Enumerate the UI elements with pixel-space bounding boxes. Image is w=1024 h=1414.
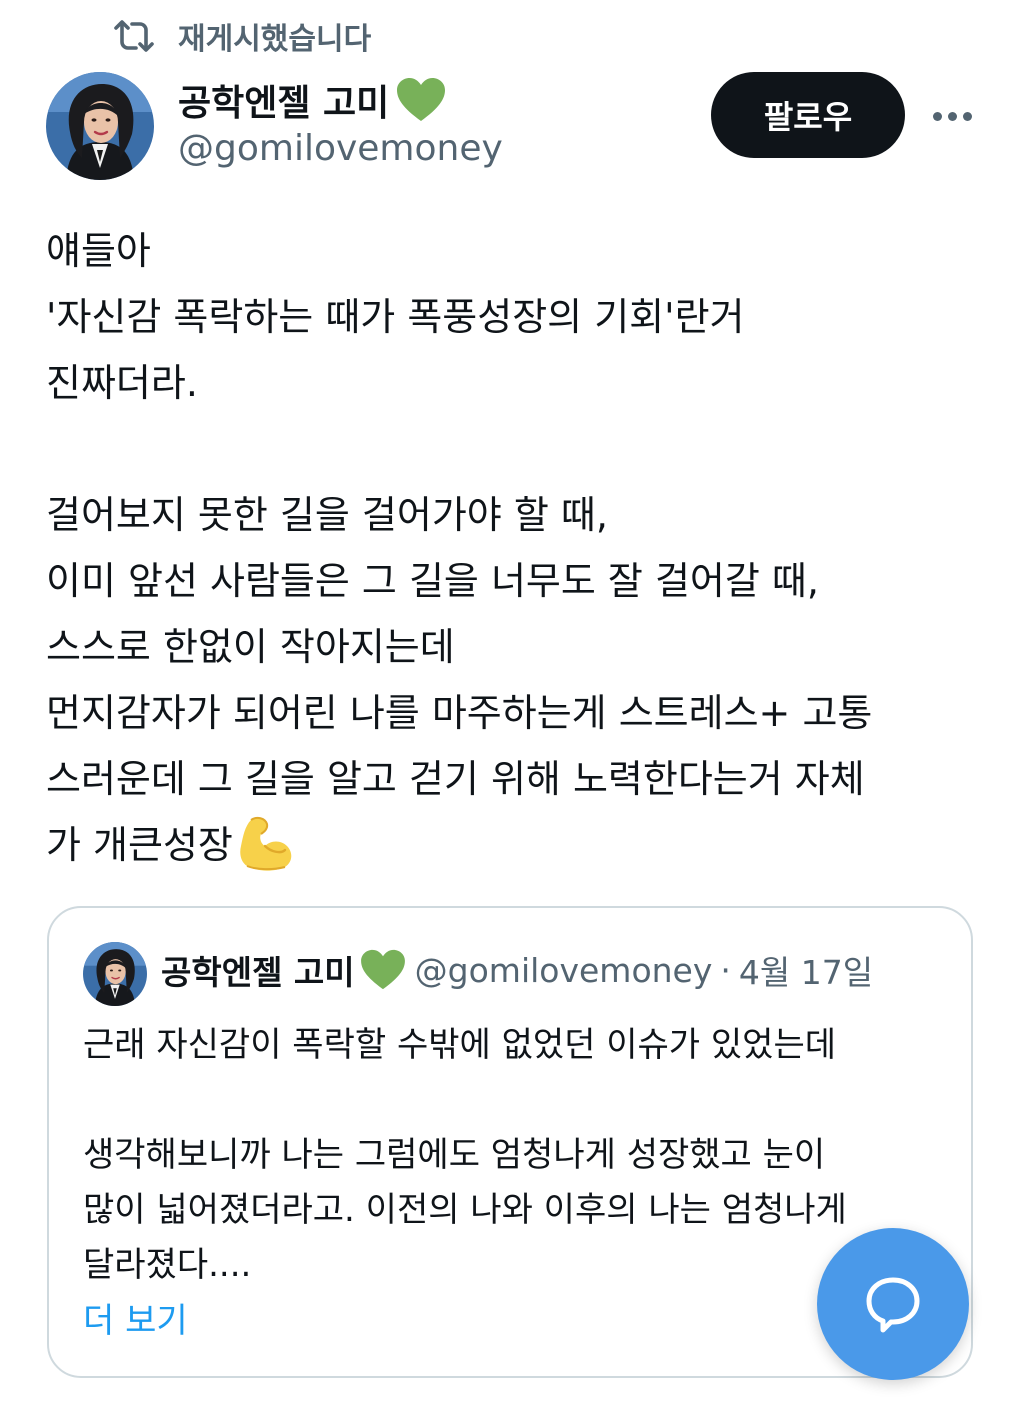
tweet-line: '자신감 폭락하는 때가 폭풍성장의 기회'란거	[46, 295, 745, 339]
author-name-row[interactable]: 공학엔젤 고미	[178, 74, 447, 126]
tweet-text: 얘들아 '자신감 폭락하는 때가 폭풍성장의 기회'란거 진짜더라. 걸어보지 …	[46, 218, 986, 878]
more-dot	[947, 111, 957, 121]
tweet-line: 먼지감자가 되어린 나를 마주하는게 스트레스+ 고통	[46, 691, 873, 735]
author-handle[interactable]: @gomilovemoney	[178, 128, 503, 169]
tweet-line: 진짜더라.	[46, 361, 198, 405]
chat-bubble-icon	[866, 1277, 920, 1333]
quoted-line: 생각해보니까 나는 그럼에도 엄청나게 성장했고 눈이	[83, 1135, 826, 1175]
green-heart-icon	[397, 78, 446, 121]
tweet-line: 스러운데 그 길을 알고 걷기 위해 노력한다는거 자체	[46, 757, 865, 801]
follow-button[interactable]: 팔로우	[711, 72, 905, 158]
tweet-line: 얘들아	[46, 229, 151, 273]
avatar-image	[83, 942, 147, 1006]
more-dot	[962, 111, 972, 121]
repost-header: 재게시했습니다	[112, 16, 372, 57]
tweet-line: 이미 앞선 사람들은 그 길을 너무도 잘 걸어갈 때,	[46, 559, 819, 603]
quoted-author-avatar[interactable]	[83, 942, 147, 1006]
green-heart-icon	[360, 949, 405, 990]
show-more-link[interactable]: 더 보기	[83, 1294, 188, 1349]
quoted-line: 근래 자신감이 폭락할 수밖에 없었던 이슈가 있었는데	[83, 1025, 837, 1065]
quoted-author-handle[interactable]: @gomilovemoney	[415, 951, 713, 990]
author-avatar[interactable]	[46, 72, 154, 180]
author-name[interactable]: 공학엔젤 고미	[178, 74, 389, 126]
quoted-tweet-date[interactable]: 4월 17일	[739, 946, 873, 994]
quoted-line: 많이 넓어졌더라고. 이전의 나와 이후의 나는 엄청나게	[83, 1190, 847, 1230]
tweet-line: 걸어보지 못한 길을 걸어가야 할 때,	[46, 493, 608, 537]
quoted-tweet-text: 근래 자신감이 폭락할 수밖에 없었던 이슈가 있었는데 생각해보니까 나는 그…	[83, 1018, 943, 1293]
tweet-line-last: 가 개큰성장	[46, 812, 986, 878]
floating-chat-button[interactable]	[817, 1228, 969, 1380]
more-dot	[932, 111, 942, 121]
quoted-blank-line	[83, 1073, 943, 1128]
tweet-line: 스스로 한없이 작아지는데	[46, 625, 455, 669]
avatar-image	[46, 72, 154, 180]
more-options-icon[interactable]	[928, 98, 976, 134]
dot-separator: ·	[720, 950, 731, 990]
repost-icon	[114, 20, 154, 52]
quoted-line: 달라졌다....	[83, 1245, 252, 1285]
flexed-biceps-icon	[240, 816, 292, 871]
tweet-line-text: 가 개큰성장	[46, 823, 233, 867]
quoted-author-name[interactable]: 공학엔젤 고미	[161, 946, 355, 994]
repost-label: 재게시했습니다	[178, 22, 372, 57]
quoted-tweet-header: 공학엔젤 고미 @gomilovemoney · 4월 17일	[161, 946, 951, 994]
